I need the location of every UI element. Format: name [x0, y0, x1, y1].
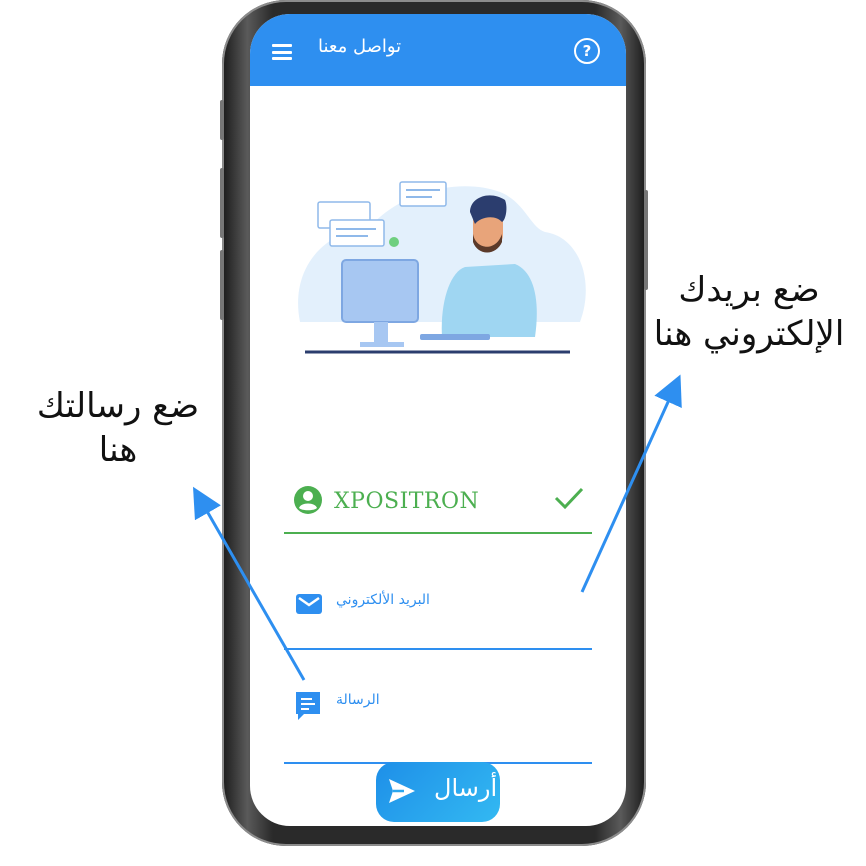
message-field[interactable]: الرسالة [284, 690, 592, 764]
email-field[interactable]: البريد الألكتروني [284, 580, 592, 650]
annotation-email-line2: الإلكتروني هنا [653, 314, 845, 354]
email-underline [284, 647, 592, 650]
email-placeholder: البريد الألكتروني [336, 592, 430, 608]
contact-illustration [298, 181, 586, 354]
annotation-email-line1: ضع بريدك [678, 270, 820, 310]
user-circle-icon [294, 486, 322, 514]
annotation-message: ضع رسالتك هنا [18, 384, 218, 472]
hamburger-menu-icon[interactable] [272, 44, 292, 60]
annotation-message-line1: ضع رسالتك [36, 386, 200, 426]
message-placeholder: الرسالة [336, 692, 380, 708]
name-underline [284, 531, 592, 534]
annotation-email: ضع بريدك الإلكتروني هنا [636, 268, 862, 356]
phone-screen: تواصل معنا ? XPOSITRON البريد الألكتروني… [250, 14, 626, 826]
phone-side-button [220, 100, 224, 140]
send-icon [389, 779, 415, 803]
name-field[interactable]: XPOSITRON [284, 464, 592, 534]
send-button[interactable]: أرسال [376, 762, 500, 822]
annotation-message-line2: هنا [98, 430, 138, 470]
send-button-label: أرسال [434, 774, 498, 802]
phone-side-button [220, 168, 224, 238]
name-value: XPOSITRON [334, 489, 480, 514]
help-circle-icon[interactable]: ? [574, 38, 600, 64]
message-icon [296, 692, 320, 720]
checkmark-icon [554, 487, 584, 510]
phone-side-button [220, 250, 224, 320]
app-bar: تواصل معنا ? [250, 14, 626, 86]
page-title: تواصل معنا [318, 36, 402, 57]
mail-icon [296, 594, 322, 614]
